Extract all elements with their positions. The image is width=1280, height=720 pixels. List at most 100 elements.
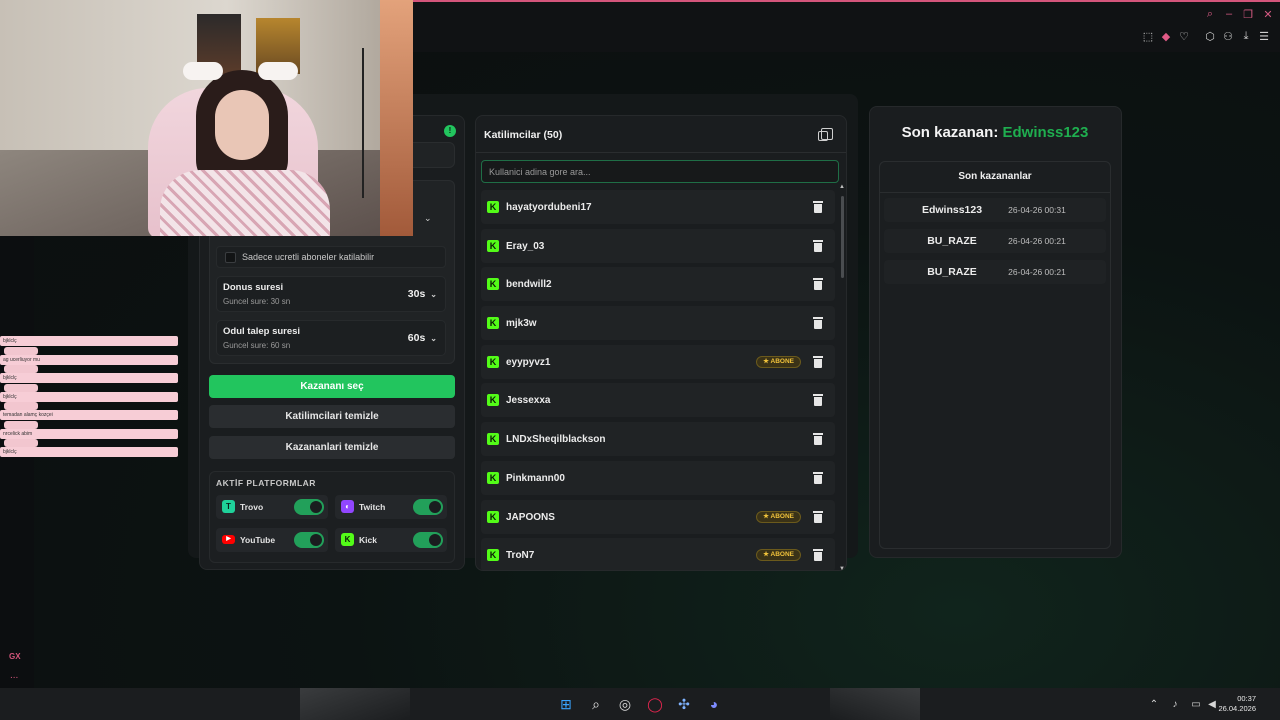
heart-icon[interactable]: ♡: [1177, 30, 1191, 43]
claim-timer-select[interactable]: 60s ⌄: [408, 332, 437, 344]
winner-date: 26-04-26 00:21: [1008, 267, 1066, 277]
start-icon[interactable]: ⊞: [557, 696, 575, 712]
spin-timer-row: Donus suresi Guncel sure: 30 sn 30s ⌄: [216, 276, 446, 312]
subscriber-only-checkbox[interactable]: [225, 252, 236, 263]
last-winner-label: Son kazanan:: [901, 124, 999, 141]
shield-icon[interactable]: ◆: [1159, 30, 1173, 43]
close-icon[interactable]: ✕: [1261, 8, 1275, 21]
trash-icon[interactable]: [813, 278, 823, 291]
more-icon[interactable]: ...: [10, 670, 18, 681]
chat-message: bjklclç: [0, 373, 178, 383]
search-icon[interactable]: ⌕: [1203, 8, 1217, 21]
spin-timer-title: Donus suresi: [223, 282, 284, 293]
kick-icon: K: [487, 201, 499, 213]
recent-winners-title: Son kazananlar: [958, 171, 1032, 182]
trash-icon[interactable]: [813, 239, 823, 252]
menu-icon[interactable]: ☰: [1257, 30, 1271, 43]
app-icon[interactable]: ✣: [675, 696, 693, 712]
kick-icon: K: [341, 533, 354, 546]
kick-icon: K: [487, 278, 499, 291]
cube-icon[interactable]: ⬡: [1203, 30, 1217, 43]
chevron-down-icon: ⌄: [430, 290, 437, 299]
chat-message: bjklclç: [0, 391, 178, 402]
trash-icon[interactable]: [813, 433, 823, 446]
account-icon[interactable]: ⚇: [1221, 30, 1235, 43]
participant-row: K bendwill2: [481, 267, 835, 302]
discord-icon[interactable]: ◕: [705, 696, 723, 712]
subscriber-only-option[interactable]: Sadece ucretli aboneler katilabilir: [216, 246, 446, 268]
participant-name: Jessexxa: [506, 395, 551, 407]
gx-logo[interactable]: GX: [9, 652, 21, 661]
participant-scrollbar[interactable]: ▲ ▼: [839, 184, 845, 572]
chat-message: temadan alamç kozçei: [0, 410, 178, 420]
trovo-toggle[interactable]: [294, 499, 324, 515]
trash-icon[interactable]: [813, 201, 823, 213]
youtube-toggle[interactable]: [294, 532, 324, 548]
subscriber-badge: ★ ABONE: [756, 549, 801, 562]
chat-message: nrcelick abim: [0, 428, 178, 439]
participant-name: TroN7: [506, 550, 535, 562]
winner-row: BU_RAZE 26-04-26 00:21: [884, 260, 1106, 284]
twitch-toggle[interactable]: [413, 499, 443, 515]
snapshot-icon[interactable]: ⬚: [1141, 30, 1155, 43]
participant-list: K hayatyordubeni17 K Eray_03 K bendwill2…: [481, 190, 835, 570]
trash-icon[interactable]: [813, 471, 823, 484]
claim-timer-title: Odul talep suresi: [223, 326, 301, 337]
chat-message: ag ucerliuyor mu: [0, 354, 178, 365]
download-icon[interactable]: ⤓: [1239, 30, 1253, 43]
chat-user-tag: [4, 383, 38, 392]
minimize-icon[interactable]: –: [1222, 8, 1236, 20]
chevron-down-icon[interactable]: ⌄: [424, 213, 432, 224]
opera-gx-icon[interactable]: ◯: [646, 696, 664, 712]
participant-row: K mjk3w: [481, 306, 835, 341]
participant-row: K LNDxSheqilblackson: [481, 422, 835, 457]
last-winner-heading: Son kazanan: Edwinss123: [870, 124, 1120, 141]
kick-icon: K: [487, 317, 499, 330]
participant-row: K Eray_03: [481, 228, 835, 263]
clear-participants-button[interactable]: Katilimcilari temizle: [209, 405, 455, 428]
platform-trovo: T Trovo: [216, 495, 328, 519]
clear-winners-button[interactable]: Kazananlari temizle: [209, 436, 455, 459]
scroll-up-icon[interactable]: ▲: [839, 184, 845, 190]
chevron-down-icon: ⌄: [430, 334, 437, 343]
scrollbar-thumb[interactable]: [841, 196, 844, 278]
chat-overlay: bjklclç ag ucerliuyor mu bjklclç bjklclç…: [0, 336, 178, 458]
copy-icon[interactable]: [818, 128, 833, 141]
restore-icon[interactable]: ❐: [1241, 8, 1255, 21]
chevron-up-icon[interactable]: ⌃: [1148, 699, 1160, 710]
trash-icon[interactable]: [813, 317, 823, 330]
pick-winner-button[interactable]: Kazananı seç: [209, 375, 455, 398]
participant-row: K eyypyvz1 ★ ABONE: [481, 344, 835, 379]
scroll-down-icon[interactable]: ▼: [839, 566, 845, 572]
spin-timer-select[interactable]: 30s ⌄: [408, 288, 437, 300]
participant-row: K JAPOONS ★ ABONE: [481, 499, 835, 534]
trash-icon[interactable]: [813, 549, 823, 562]
search-icon[interactable]: ⌕: [587, 696, 605, 712]
participant-name: Eray_03: [506, 240, 545, 252]
trash-icon[interactable]: [813, 510, 823, 523]
claim-timer-subtitle: Guncel sure: 60 sn: [223, 341, 291, 350]
youtube-icon: ▶: [222, 535, 235, 544]
participant-name: bendwill2: [506, 279, 552, 291]
winner-date: 26-04-26 00:31: [1008, 205, 1066, 215]
platform-name: Twitch: [359, 502, 386, 512]
kick-toggle[interactable]: [413, 532, 443, 548]
chat-message: bjklclç: [0, 447, 178, 457]
kick-icon: K: [487, 471, 499, 484]
participant-name: mjk3w: [506, 318, 537, 330]
chat-user-tag: [4, 402, 38, 410]
spin-timer-subtitle: Guncel sure: 30 sn: [223, 297, 291, 306]
winner-row: BU_RAZE 26-04-26 00:21: [884, 229, 1106, 253]
trash-icon[interactable]: [813, 355, 823, 368]
winner-name: BU_RAZE: [927, 235, 977, 247]
display-icon[interactable]: ▭: [1190, 699, 1202, 710]
clock-date: 26.04.2026: [1218, 704, 1256, 713]
subscriber-badge: ★ ABONE: [756, 355, 801, 368]
participant-search-input[interactable]: [481, 160, 839, 183]
volume-icon[interactable]: ◀: [1206, 699, 1218, 710]
widget-icon[interactable]: ◎: [616, 696, 634, 712]
trash-icon[interactable]: [813, 394, 823, 407]
system-clock[interactable]: 00:37 26.04.2026: [1218, 694, 1256, 714]
microphone-icon[interactable]: ♪: [1169, 699, 1181, 710]
participant-name: JAPOONS: [506, 511, 555, 523]
